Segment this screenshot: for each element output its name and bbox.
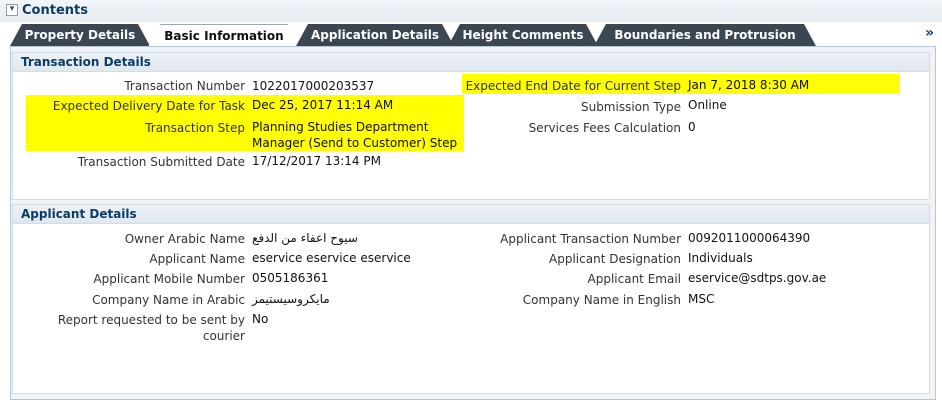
- contents-header: ▾ Contents: [0, 0, 942, 23]
- applicant-mobile-label: Applicant Mobile Number: [93, 272, 245, 286]
- transaction-submitted-date-value: 17/12/2017 13:14 PM: [252, 154, 381, 168]
- applicant-email-label: Applicant Email: [587, 272, 681, 286]
- applicant-details-title: Applicant Details: [13, 205, 929, 224]
- collapse-toggle-icon[interactable]: ▾: [6, 4, 18, 16]
- transaction-number-value: 1022017000203537: [252, 79, 375, 93]
- applicant-transaction-number-value: 0092011000064390: [688, 231, 811, 245]
- submission-type-value: Online: [688, 98, 727, 112]
- company-name-arabic-value: مايكروسيستيمز: [252, 292, 330, 306]
- tab-boundaries-and-protrusion[interactable]: Boundaries and Protrusion: [594, 24, 816, 46]
- tab-property-details[interactable]: Property Details: [10, 24, 150, 46]
- services-fees-value: 0: [688, 120, 696, 134]
- applicant-name-value: eservice eservice eservice: [252, 251, 411, 265]
- report-courier-value: No: [252, 312, 269, 326]
- tab-overflow-icon[interactable]: »: [925, 25, 934, 41]
- transaction-step-label: Transaction Step: [145, 121, 245, 135]
- contents-title: Contents: [22, 3, 88, 18]
- transaction-step-value: Planning Studies Department Manager (Sen…: [252, 120, 458, 150]
- applicant-mobile-value: 0505186361: [252, 271, 329, 285]
- applicant-transaction-number-label: Applicant Transaction Number: [500, 232, 681, 246]
- submission-type-label: Submission Type: [580, 100, 681, 114]
- expected-delivery-date-value: Dec 25, 2017 11:14 AM: [252, 98, 394, 112]
- company-name-english-label: Company Name in English: [522, 293, 681, 307]
- expected-end-date-value: Jan 7, 2018 8:30 AM: [688, 78, 810, 92]
- services-fees-label: Services Fees Calculation: [528, 121, 681, 135]
- transaction-details-title: Transaction Details: [13, 53, 929, 72]
- tab-application-details[interactable]: Application Details: [296, 24, 454, 46]
- transaction-submitted-date-label: Transaction Submitted Date: [77, 155, 245, 169]
- expected-delivery-date-label: Expected Delivery Date for Task: [52, 99, 245, 113]
- applicant-email-value: eservice@sdtps.gov.ae: [688, 271, 827, 285]
- transaction-number-label: Transaction Number: [124, 79, 245, 93]
- tab-basic-information[interactable]: Basic Information: [148, 24, 300, 47]
- report-courier-label: Report requested to be sent by courier: [57, 313, 245, 343]
- owner-arabic-name-value: سيوح اعفاء من الدفع: [252, 231, 358, 245]
- expected-end-date-label: Expected End Date for Current Step: [465, 79, 681, 93]
- company-name-english-value: MSC: [688, 292, 715, 306]
- applicant-name-label: Applicant Name: [149, 252, 245, 266]
- owner-arabic-name-label: Owner Arabic Name: [124, 232, 245, 246]
- company-name-arabic-label: Company Name in Arabic: [92, 293, 245, 307]
- tab-height-comments[interactable]: Height Comments: [448, 24, 598, 46]
- tab-bar: Property Details Basic Information Appli…: [0, 22, 942, 46]
- applicant-designation-value: Individuals: [688, 251, 753, 265]
- applicant-designation-label: Applicant Designation: [549, 252, 681, 266]
